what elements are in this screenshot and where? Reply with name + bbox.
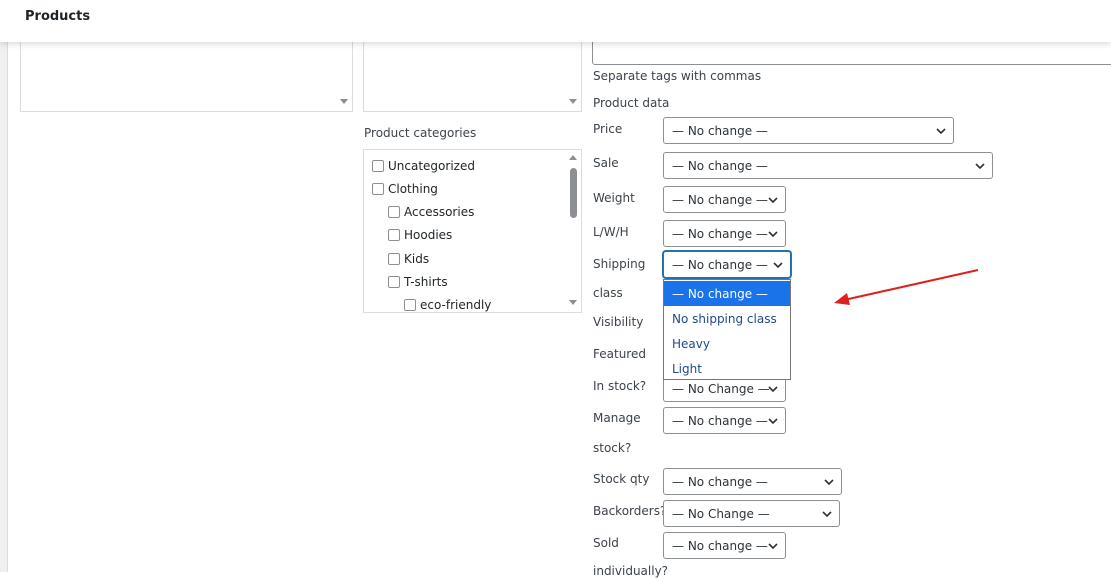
- category-checkbox[interactable]: [388, 276, 400, 288]
- lwh-label: L/W/H: [593, 225, 629, 239]
- left-textarea[interactable]: [20, 30, 353, 112]
- shipping-option-heavy[interactable]: Heavy: [664, 331, 790, 356]
- backorders-select[interactable]: — No Change —: [663, 500, 840, 527]
- chevron-down-icon: [768, 418, 778, 425]
- scroll-up-icon[interactable]: [569, 155, 577, 160]
- category-item-kids[interactable]: Kids: [388, 252, 429, 266]
- category-item-uncategorized[interactable]: Uncategorized: [372, 159, 475, 173]
- scroll-down-icon[interactable]: [569, 99, 577, 104]
- categories-label: Product categories: [364, 126, 477, 140]
- chevron-down-icon: [773, 262, 783, 269]
- shipping-option-no-change[interactable]: — No change —: [664, 281, 790, 306]
- category-checkbox[interactable]: [372, 160, 384, 172]
- chevron-down-icon: [768, 231, 778, 238]
- sale-select-value: — No change —: [672, 158, 768, 173]
- sale-select[interactable]: — No change —: [663, 152, 993, 179]
- in-stock-select-value: — No Change —: [672, 381, 770, 396]
- weight-select[interactable]: — No change —: [663, 186, 786, 213]
- top-bar: Products: [0, 0, 1111, 42]
- in-stock-label: In stock?: [593, 379, 647, 393]
- backorders-select-value: — No Change —: [672, 506, 770, 521]
- shipping-class-select-value: — No change —: [672, 257, 768, 272]
- lwh-select[interactable]: — No change —: [663, 220, 786, 247]
- chevron-down-icon: [975, 163, 985, 170]
- stock-qty-label: Stock qty: [593, 472, 650, 486]
- chevron-down-icon: [768, 543, 778, 550]
- category-item-tshirts[interactable]: T-shirts: [388, 275, 448, 289]
- shipping-label-line1: Shipping: [593, 257, 646, 271]
- sold-individually-select-value: — No change —: [672, 538, 768, 553]
- price-label: Price: [593, 122, 623, 136]
- scrollbar-thumb[interactable]: [570, 168, 577, 218]
- manage-stock-label-line2: stock?: [593, 441, 632, 455]
- middle-list-box[interactable]: [363, 30, 582, 112]
- visibility-label: Visibility: [593, 315, 644, 329]
- category-label: Clothing: [388, 182, 438, 196]
- sold-individually-label-line1: Sold: [593, 536, 619, 550]
- manage-stock-select[interactable]: — No change —: [663, 407, 786, 434]
- shipping-option-light[interactable]: Light: [664, 356, 790, 381]
- tags-hint: Separate tags with commas: [593, 69, 762, 83]
- category-label: Hoodies: [404, 228, 453, 242]
- price-select[interactable]: — No change —: [663, 117, 954, 144]
- lwh-select-value: — No change —: [672, 226, 768, 241]
- chevron-down-icon: [768, 197, 778, 204]
- weight-label: Weight: [593, 191, 635, 205]
- category-item-eco-friendly[interactable]: eco-friendly: [404, 298, 491, 312]
- sold-individually-label-line2: individually?: [593, 564, 669, 578]
- category-item-accessories[interactable]: Accessories: [388, 205, 474, 219]
- scroll-down-icon[interactable]: [569, 300, 577, 305]
- sold-individually-select[interactable]: — No change —: [663, 532, 786, 559]
- featured-label: Featured: [593, 347, 646, 361]
- manage-stock-label-line1: Manage: [593, 411, 641, 425]
- sale-label: Sale: [593, 156, 619, 170]
- category-checkbox[interactable]: [404, 299, 416, 311]
- shipping-option-no-shipping-class[interactable]: No shipping class: [664, 306, 790, 331]
- shipping-class-select[interactable]: — No change —: [663, 251, 791, 278]
- chevron-down-icon: [824, 479, 834, 486]
- category-checkbox[interactable]: [388, 253, 400, 265]
- left-edge-strip: [0, 42, 8, 572]
- page-title: Products: [25, 9, 91, 24]
- category-label: Uncategorized: [388, 159, 475, 173]
- scroll-down-icon[interactable]: [340, 99, 348, 104]
- category-label: T-shirts: [404, 275, 448, 289]
- chevron-down-icon: [822, 511, 832, 518]
- category-label: Accessories: [404, 205, 475, 219]
- shipping-label-line2: class: [593, 286, 623, 300]
- weight-select-value: — No change —: [672, 192, 768, 207]
- product-data-heading: Product data: [593, 96, 670, 110]
- categories-list[interactable]: Uncategorized Clothing Accessories Hoodi…: [363, 149, 582, 313]
- chevron-down-icon: [768, 386, 778, 393]
- stock-qty-select[interactable]: — No change —: [663, 468, 842, 495]
- category-item-hoodies[interactable]: Hoodies: [388, 228, 452, 242]
- category-label: Kids: [404, 252, 430, 266]
- stock-qty-select-value: — No change —: [672, 474, 768, 489]
- manage-stock-select-value: — No change —: [672, 413, 768, 428]
- category-checkbox[interactable]: [388, 229, 400, 241]
- price-select-value: — No change —: [672, 123, 768, 138]
- category-checkbox[interactable]: [388, 206, 400, 218]
- category-checkbox[interactable]: [372, 183, 384, 195]
- category-label: eco-friendly: [420, 298, 492, 312]
- annotation-arrow-icon: [834, 269, 979, 305]
- backorders-label: Backorders?: [593, 504, 667, 518]
- shipping-class-dropdown[interactable]: — No change — No shipping class Heavy Li…: [663, 279, 791, 380]
- category-item-clothing[interactable]: Clothing: [372, 182, 438, 196]
- chevron-down-icon: [936, 128, 946, 135]
